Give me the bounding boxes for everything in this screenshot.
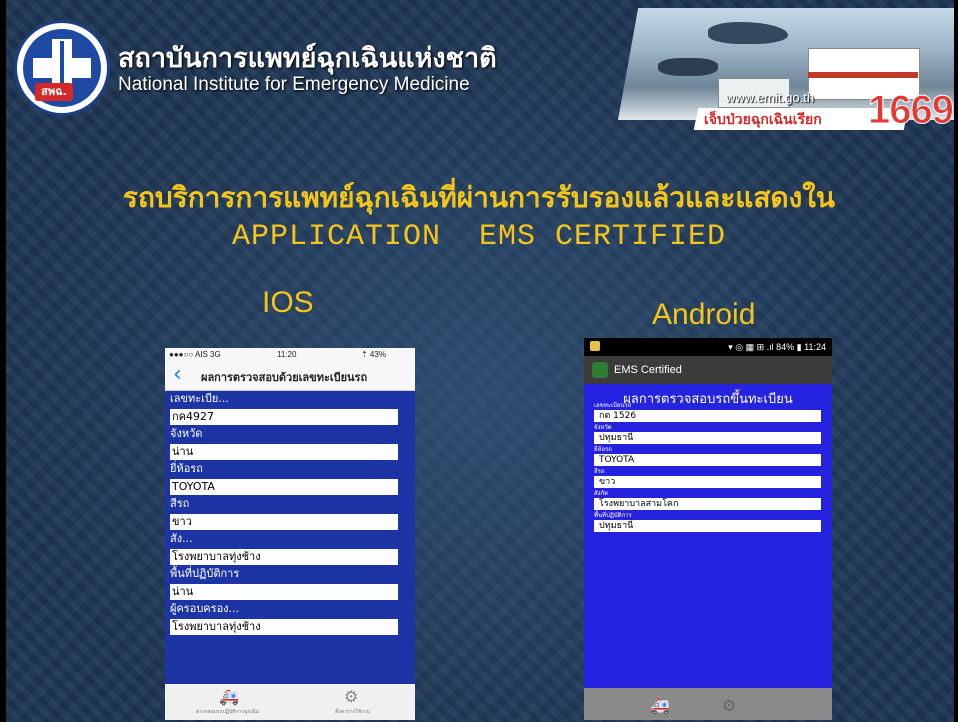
- android-bottom-bar: 🚑 ⚙: [584, 688, 832, 720]
- ios-battery: ⇡ 43%: [361, 350, 386, 359]
- ambulance-stripe: [808, 72, 918, 78]
- android-app-bar: EMS Certified: [584, 356, 832, 384]
- slide: สพฉ. สถาบันการแพทย์ฉุกเฉินแห่งชาติ Natio…: [0, 0, 958, 722]
- field-value-plate[interactable]: กต 1526: [594, 410, 821, 422]
- app-name: EMS Certified: [614, 364, 682, 376]
- field-value-affiliation[interactable]: โรงพยาบาลทุ่งช้าง: [170, 549, 398, 565]
- org-name-thai: สถาบันการแพทย์ฉุกเฉินแห่งชาติ: [118, 43, 497, 74]
- field-label-operation-area: พื้นที่ปฏิบัติการ: [170, 567, 240, 580]
- ios-label: IOS: [262, 286, 314, 319]
- notification-icon: [590, 341, 600, 351]
- gear-icon[interactable]: ⚙: [722, 696, 736, 715]
- field-value-province[interactable]: ปทุมธานี: [594, 432, 821, 444]
- ambulance-icon[interactable]: 🚑: [650, 696, 670, 715]
- ios-time: 11:20: [277, 350, 297, 359]
- ios-carrier: ●●●○○ AIS 3G: [169, 350, 221, 359]
- field-label-color: สีรถ: [170, 497, 190, 510]
- field-label-plate: เลขทะเบียนรถ: [594, 402, 632, 409]
- ios-tab-bar: 🚑 ตรวจสอบรถปฏิบัติการฉุกเฉิน ⚙ ตั้งค่ากา…: [165, 684, 415, 720]
- hotline-text: เจ็บป่วยฉุกเฉินเรียก: [704, 112, 822, 128]
- field-label-brand: ยี่ห้อรถ: [170, 462, 203, 475]
- android-status-bar: ▾ ◎ ▦ ⊞ .ıl 84% ▮ 11:24: [584, 338, 832, 356]
- field-value-operation-area[interactable]: น่าน: [170, 584, 398, 600]
- helicopter-image: [708, 22, 788, 44]
- helicopter-image: [658, 58, 718, 76]
- gear-icon: ⚙: [344, 687, 359, 706]
- field-value-operation-area[interactable]: ปทุมธานี: [594, 520, 821, 532]
- field-label-owner: ผู้ครอบครอง...: [170, 602, 240, 615]
- ios-screenshot: ●●●○○ AIS 3G 11:20 ⇡ 43% ‹ ผลการตรวจสอบด…: [165, 348, 415, 720]
- field-value-owner[interactable]: โรงพยาบาลทุ่งช้าง: [170, 619, 398, 635]
- org-name-english: National Institute for Emergency Medicin…: [118, 74, 470, 95]
- field-label-plate: เลขทะเบีย...: [170, 392, 229, 405]
- android-screenshot: ▾ ◎ ▦ ⊞ .ıl 84% ▮ 11:24 EMS Certified ผล…: [584, 338, 832, 720]
- header-banner: สพฉ. สถาบันการแพทย์ฉุกเฉินแห่งชาติ Natio…: [6, 8, 954, 133]
- ambulance-icon: 🚑: [219, 687, 239, 706]
- ios-nav-bar: ‹ ผลการตรวจสอบด้วยเลขทะเบียนรถ: [165, 362, 415, 391]
- slide-title-thai: รถบริการการแพทย์ฉุกเฉินที่ผ่านการรับรองแ…: [122, 181, 836, 214]
- field-value-plate[interactable]: กค4927: [170, 409, 398, 425]
- hotline-number: 1669: [868, 88, 955, 133]
- back-chevron-icon[interactable]: ‹: [173, 363, 182, 387]
- field-label-affiliation: สังกัด: [594, 490, 609, 497]
- field-label-brand: ยี่ห้อรถ: [594, 446, 612, 453]
- field-label-operation-area: พื้นที่ปฏิบัติการ: [594, 512, 632, 519]
- field-label-province: จังหวัด: [170, 427, 203, 440]
- field-label-province: จังหวัด: [594, 424, 612, 431]
- field-label-color: สีรถ: [594, 468, 605, 475]
- niem-logo: สพฉ.: [14, 20, 110, 116]
- field-value-affiliation[interactable]: โรงพยาบาลสามโคก: [594, 498, 821, 510]
- ios-result-form: เลขทะเบีย... กค4927 จังหวัด น่าน ยี่ห้อร…: [170, 392, 410, 637]
- tab-settings-label: ตั้งค่าการใช้งาน: [335, 709, 370, 715]
- slide-title-english: APPLICATION EMS CERTIFIED: [231, 220, 727, 254]
- field-value-brand[interactable]: TOYOTA: [594, 454, 821, 466]
- website-url: www.emit.go.th: [726, 90, 815, 105]
- field-value-color[interactable]: ขาว: [594, 476, 821, 488]
- tab-check-vehicle-label: ตรวจสอบรถปฏิบัติการฉุกเฉิน: [195, 709, 260, 715]
- ios-status-bar: ●●●○○ AIS 3G 11:20 ⇡ 43%: [165, 348, 415, 362]
- field-value-brand[interactable]: TOYOTA: [170, 479, 398, 495]
- tab-settings[interactable]: ⚙ ตั้งค่าการใช้งาน: [290, 684, 415, 720]
- app-logo-icon: [592, 362, 608, 378]
- field-value-province[interactable]: น่าน: [170, 444, 398, 460]
- android-label: Android: [652, 298, 756, 331]
- field-label-affiliation: สัง...: [170, 532, 193, 545]
- android-status-right: ▾ ◎ ▦ ⊞ .ıl 84% ▮ 11:24: [728, 342, 826, 352]
- field-value-color[interactable]: ขาว: [170, 514, 398, 530]
- android-result-form: เลขทะเบียนรถ กต 1526 จังหวัด ปทุมธานี ยี…: [594, 402, 826, 534]
- tab-check-vehicle[interactable]: 🚑 ตรวจสอบรถปฏิบัติการฉุกเฉิน: [165, 684, 290, 720]
- ios-nav-title: ผลการตรวจสอบด้วยเลขทะเบียนรถ: [201, 371, 368, 384]
- logo-badge: สพฉ.: [35, 83, 73, 101]
- right-border: [954, 0, 958, 722]
